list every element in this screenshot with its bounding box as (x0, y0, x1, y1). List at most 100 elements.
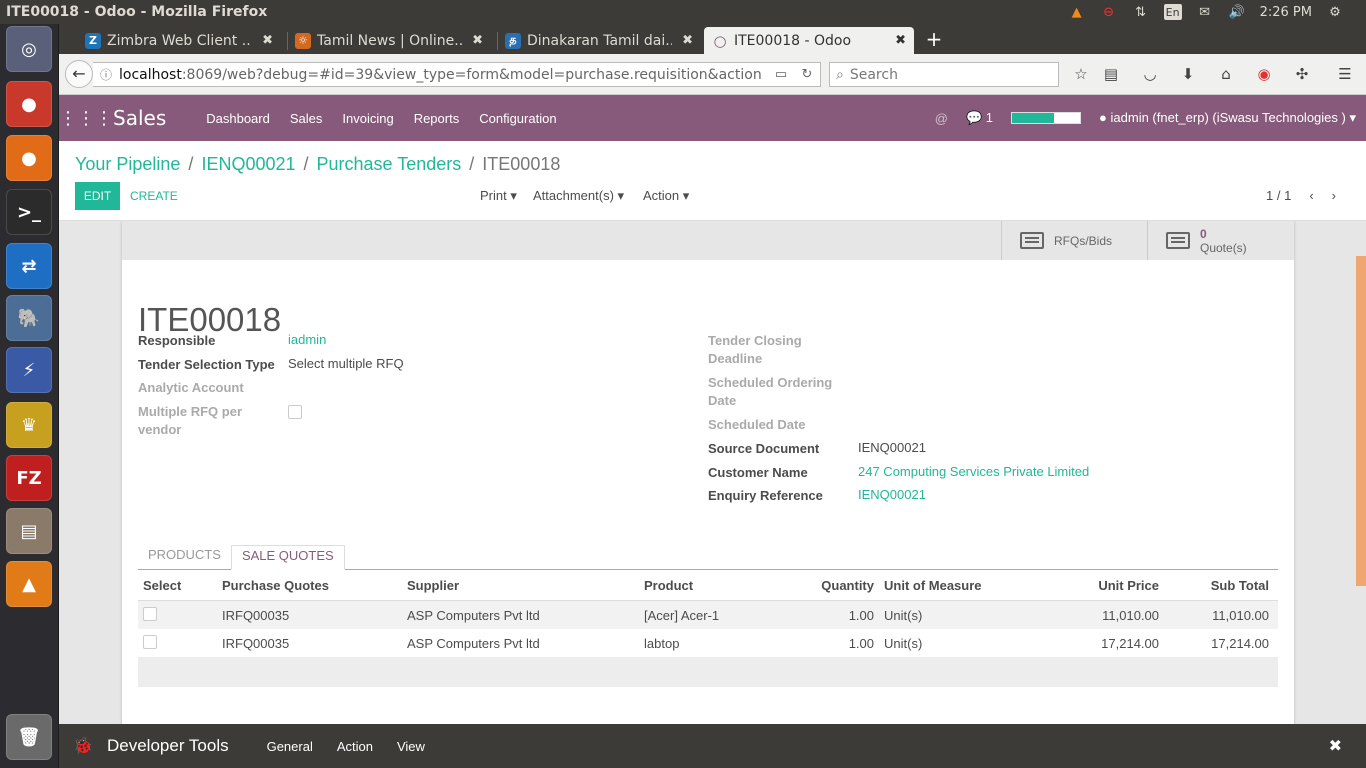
breadcrumb-item-tenders[interactable]: Purchase Tenders (317, 154, 462, 175)
product-cell: labtop (644, 635, 680, 651)
menu-item-configuration[interactable]: Configuration (479, 111, 556, 126)
launcher-ubuntu-dash-icon[interactable]: ◎ (6, 26, 52, 72)
row-select-checkbox[interactable] (143, 634, 157, 649)
url-bar[interactable]: ⓘ localhost:8069/web?debug=#id=39&view_t… (93, 62, 821, 87)
user-menu[interactable]: ● iadmin (fnet_erp) (iSwasu Technologies… (1099, 110, 1356, 126)
launcher-pgadmin-icon[interactable]: 🐘 (6, 295, 52, 341)
user-name: iadmin (fnet_erp) (iSwasu Technologies ) (1110, 110, 1346, 125)
quotes-smart-button[interactable]: 0 Quote(s) (1147, 221, 1294, 260)
multiple-rfq-checkbox[interactable] (288, 405, 302, 419)
ublock-icon[interactable]: ◉ (1254, 64, 1274, 84)
launcher-files-icon[interactable]: ▤ (6, 508, 52, 554)
quantity-cell: 1.00 (848, 607, 874, 623)
list-icon (1020, 232, 1044, 249)
column-header-product[interactable]: Product (644, 578, 774, 593)
reader-view-icon[interactable]: ▭ (768, 67, 794, 82)
url-text[interactable]: localhost:8069/web?debug=#id=39&view_typ… (119, 67, 768, 83)
clock[interactable]: 2:26 PM (1260, 5, 1312, 20)
launcher-filezilla-icon[interactable]: FZ (6, 455, 52, 501)
back-button[interactable]: ← (65, 60, 93, 88)
mail-icon[interactable]: ✉ (1196, 4, 1214, 20)
column-header-sub-total[interactable]: Sub Total (1159, 578, 1274, 593)
site-info-icon[interactable]: ⓘ (93, 66, 119, 83)
launcher-vlc-icon[interactable]: ▲ (6, 561, 52, 607)
menu-item-sales[interactable]: Sales (290, 111, 323, 126)
reload-icon[interactable]: ↻ (794, 67, 820, 82)
browser-tab-zimbra[interactable]: Z Zimbra Web Client ... ✖ (77, 27, 281, 54)
extension-icon[interactable]: ✣ (1292, 64, 1312, 84)
launcher-chrome-icon[interactable]: ● (6, 81, 52, 127)
pager-previous-icon[interactable]: ‹ (1309, 182, 1313, 210)
source-document-value: IENQ00021 (858, 440, 926, 455)
enquiry-reference-value[interactable]: IENQ00021 (858, 487, 926, 502)
breadcrumb-item-enquiry[interactable]: IENQ00021 (201, 154, 295, 175)
settings-gear-icon[interactable]: ⚙ (1326, 4, 1344, 20)
column-header-unit-price[interactable]: Unit Price (1034, 578, 1159, 593)
browser-tab-dinakaran[interactable]: த Dinakaran Tamil dai... ✖ (497, 27, 701, 54)
close-tab-icon[interactable]: ✖ (472, 33, 483, 48)
edit-button[interactable]: EDIT (75, 182, 120, 210)
menu-item-reports[interactable]: Reports (414, 111, 460, 126)
developer-tools-title: Developer Tools (107, 736, 229, 755)
responsible-value[interactable]: iadmin (288, 332, 326, 347)
app-name: Sales (113, 106, 167, 130)
devtools-menu-view[interactable]: View (397, 739, 425, 754)
volume-icon[interactable]: 🔊 (1228, 4, 1246, 20)
devtools-menu-action[interactable]: Action (337, 739, 373, 754)
at-mention-icon[interactable]: @ (935, 111, 948, 126)
launcher-teamviewer-icon[interactable]: ⇄ (6, 243, 52, 289)
tab-products[interactable]: PRODUCTS (138, 545, 231, 569)
scrollbar-thumb[interactable] (1356, 256, 1366, 586)
new-tab-button[interactable]: + (922, 27, 946, 53)
table-row[interactable]: IRFQ00035 ASP Computers Pvt ltd [Acer] A… (138, 601, 1278, 629)
downloads-icon[interactable]: ⬇ (1178, 64, 1198, 84)
column-header-unit-of-measure[interactable]: Unit of Measure (884, 578, 1034, 593)
apps-grid-icon[interactable]: ⋮⋮⋮ (59, 108, 113, 129)
column-header-supplier[interactable]: Supplier (407, 578, 644, 593)
block-icon[interactable]: ⊖ (1100, 4, 1118, 20)
search-input[interactable]: ⌕ Search (829, 62, 1059, 87)
breadcrumb-item-pipeline[interactable]: Your Pipeline (75, 154, 180, 175)
quantity-cell: 1.00 (848, 635, 874, 651)
developer-tools-bar: 🐞 Developer Tools General Action View ✖ (59, 724, 1366, 768)
launcher-firefox-icon[interactable]: ● (6, 135, 52, 181)
close-tab-icon[interactable]: ✖ (895, 33, 906, 48)
pager-next-icon[interactable]: › (1332, 182, 1336, 210)
print-dropdown[interactable]: Print ▾ (480, 182, 517, 210)
action-dropdown[interactable]: Action ▾ (643, 182, 689, 210)
tab-sale-quotes[interactable]: SALE QUOTES (230, 545, 345, 570)
menu-item-dashboard[interactable]: Dashboard (206, 111, 270, 126)
launcher-genie-icon[interactable]: ♛ (6, 402, 52, 448)
menu-item-invoicing[interactable]: Invoicing (342, 111, 393, 126)
table-row[interactable]: IRFQ00035 ASP Computers Pvt ltd labtop 1… (138, 629, 1278, 657)
scrollbar[interactable] (1356, 221, 1366, 768)
reading-list-icon[interactable]: ▤ (1101, 64, 1121, 84)
row-select-checkbox[interactable] (143, 606, 157, 621)
close-tab-icon[interactable]: ✖ (262, 33, 273, 48)
devtools-menu-general[interactable]: General (267, 739, 313, 754)
browser-tab-tamil-news[interactable]: ☼ Tamil News | Online... ✖ (287, 27, 491, 54)
unity-launcher: ◎ ● ● >_ ⇄ 🐘 ⚡ ♛ FZ ▤ ▲ 🗑 (0, 24, 59, 768)
rfqs-smart-button[interactable]: RFQs/Bids (1001, 221, 1147, 260)
attachments-dropdown[interactable]: Attachment(s) ▾ (533, 182, 624, 210)
close-icon[interactable]: ✖ (1329, 736, 1366, 756)
column-header-select[interactable]: Select (138, 578, 222, 593)
pager-value[interactable]: 1 / 1 (1266, 182, 1291, 210)
keyboard-layout-indicator[interactable]: En (1163, 4, 1182, 20)
bookmark-star-icon[interactable]: ☆ (1071, 64, 1091, 84)
home-icon[interactable]: ⌂ (1216, 64, 1236, 84)
customer-name-value[interactable]: 247 Computing Services Private Limited (858, 464, 1089, 479)
menu-hamburger-icon[interactable]: ☰ (1335, 64, 1355, 84)
close-tab-icon[interactable]: ✖ (682, 33, 693, 48)
column-header-quantity[interactable]: Quantity (774, 578, 884, 593)
messages-button[interactable]: 💬 1 (966, 110, 993, 126)
launcher-remote-desktop-icon[interactable]: ⚡ (6, 347, 52, 393)
vlc-tray-icon[interactable]: ▲ (1068, 4, 1086, 20)
launcher-trash-icon[interactable]: 🗑 (6, 714, 52, 760)
launcher-terminal-icon[interactable]: >_ (6, 189, 52, 235)
browser-tab-odoo[interactable]: ○ ITE00018 - Odoo ✖ (704, 27, 914, 54)
network-icon[interactable]: ⇅ (1132, 4, 1150, 20)
create-button[interactable]: CREATE (130, 182, 178, 210)
pocket-icon[interactable]: ◡ (1140, 64, 1160, 84)
column-header-purchase-quotes[interactable]: Purchase Quotes (222, 578, 407, 593)
